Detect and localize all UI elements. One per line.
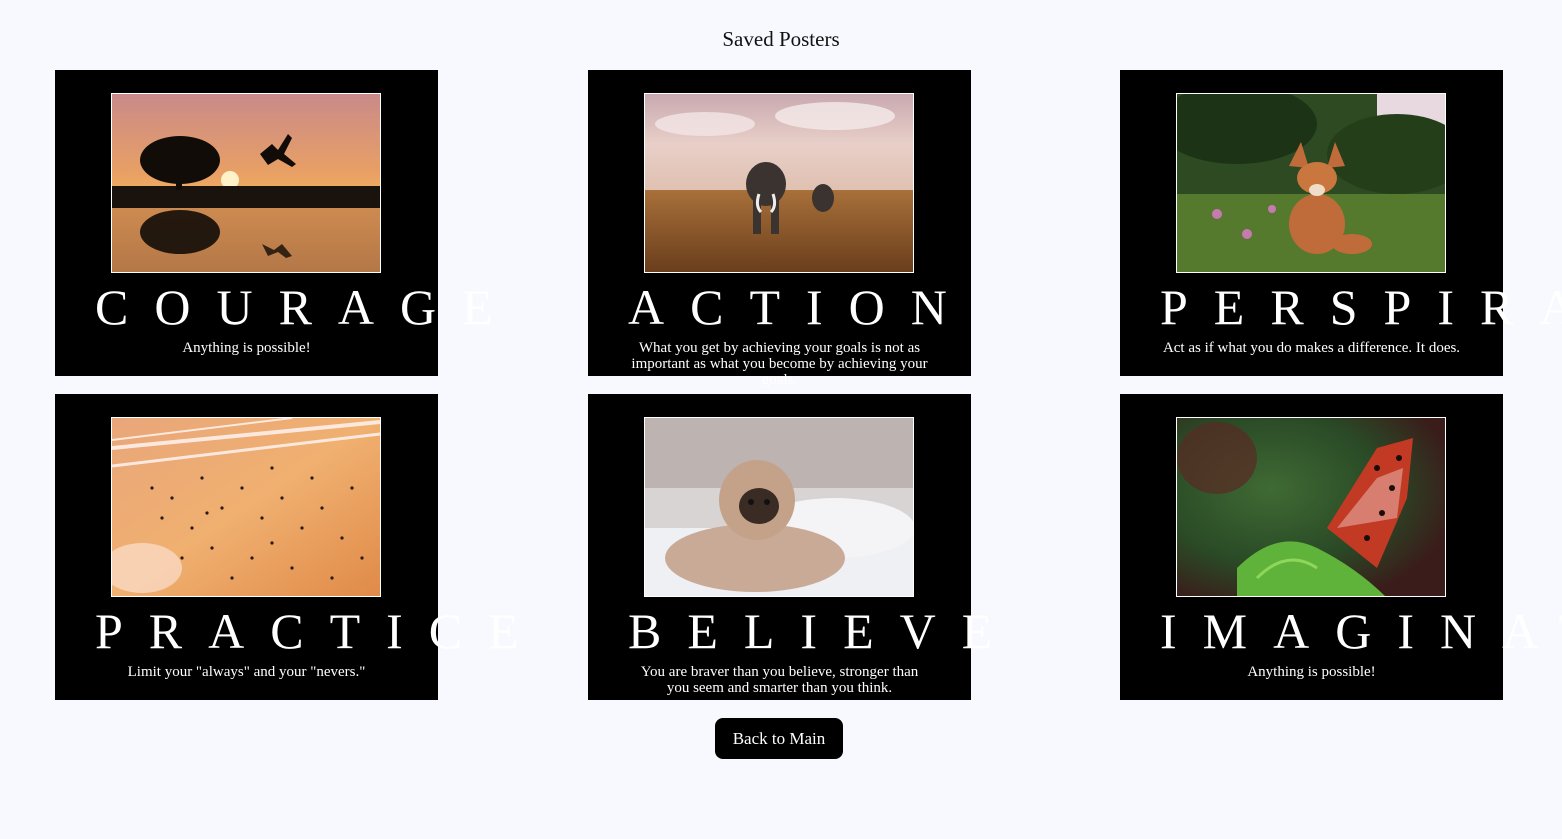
mini-poster-courage[interactable]: Courage Anything is possible! bbox=[55, 70, 493, 376]
poster-quote: Anything is possible! bbox=[1247, 664, 1376, 680]
poster-title: Courage bbox=[95, 279, 519, 335]
poster-title: Imagination bbox=[1160, 603, 1562, 659]
mini-poster-action[interactable]: Action What you get by achieving your go… bbox=[588, 70, 973, 388]
poster-quote: Anything is possible! bbox=[182, 340, 311, 356]
mini-poster-perspiration[interactable]: Perspiration Act as if what you do makes… bbox=[1120, 70, 1562, 376]
mini-poster-practice[interactable]: Practice Limit your "always" and your "n… bbox=[55, 394, 519, 700]
poster-quote: Limit your "always" and your "nevers." bbox=[127, 664, 366, 680]
poster-title: Action bbox=[628, 279, 973, 335]
poster-image bbox=[1176, 93, 1446, 273]
mini-poster-imagination[interactable]: Imagination Anything is possible! bbox=[1120, 394, 1562, 700]
poster-quote: Act as if what you do makes a difference… bbox=[1162, 340, 1461, 356]
saved-posters-page: Saved Posters COURAGE Anything is possib… bbox=[0, 0, 1562, 839]
back-to-main-button[interactable]: Back to Main bbox=[715, 718, 843, 759]
poster-image bbox=[644, 93, 914, 273]
page-title: Saved Posters bbox=[722, 27, 840, 51]
mini-poster-believe[interactable]: Believe You are braver than you believe,… bbox=[588, 394, 992, 700]
poster-image bbox=[644, 417, 914, 597]
poster-title: Perspiration bbox=[1160, 279, 1562, 335]
poster-title: Believe bbox=[628, 603, 1019, 659]
poster-image bbox=[111, 93, 381, 273]
poster-quote: What you get by achieving your goals is … bbox=[631, 340, 928, 388]
poster-image bbox=[111, 417, 381, 597]
poster-image bbox=[1176, 417, 1446, 597]
poster-title: Practice bbox=[95, 603, 545, 659]
poster-quote: You are braver than you believe, stronge… bbox=[640, 664, 919, 696]
